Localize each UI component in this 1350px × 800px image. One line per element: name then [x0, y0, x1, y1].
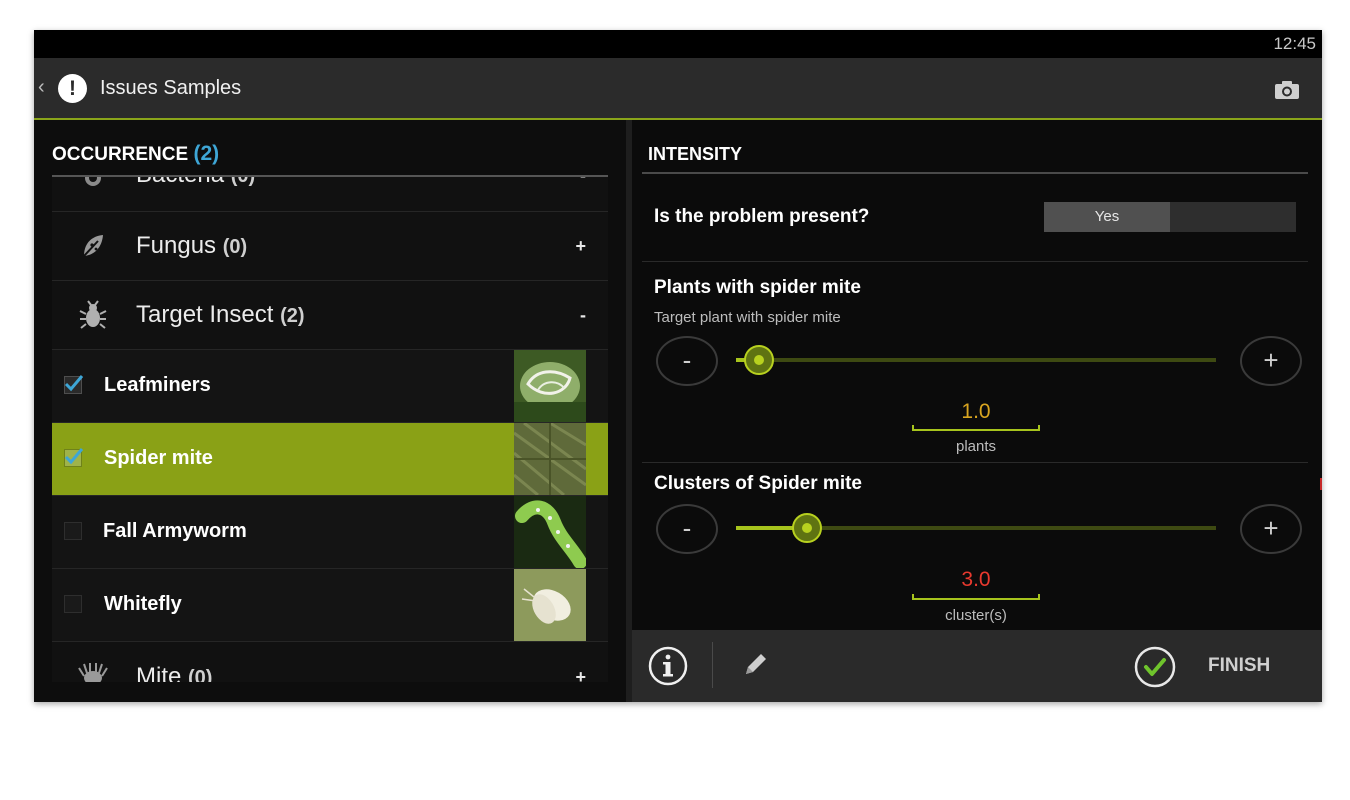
list-item-whitefly[interactable]: Whitefly: [52, 569, 608, 642]
plants-decrement-button[interactable]: -: [656, 336, 718, 386]
clusters-slider-thumb[interactable]: [792, 513, 822, 543]
category-label: Mite (0): [136, 663, 213, 682]
info-icon[interactable]: [648, 646, 688, 691]
device-screen: 12:45 ‹ ! Issues Samples OCCURRENCE (2): [34, 30, 1322, 702]
occurrence-title: OCCURRENCE: [52, 144, 189, 165]
intensity-panel: INTENSITY Is the problem present? Yes Pl…: [632, 120, 1322, 702]
status-bar: 12:45: [34, 30, 1322, 58]
app-title: Issues Samples: [100, 77, 242, 99]
expand-toggle[interactable]: +: [575, 667, 586, 682]
checkmark-icon: [64, 448, 84, 465]
bug-icon: [79, 300, 107, 329]
checkmark-icon: [64, 375, 84, 392]
leafminers-thumbnail: [514, 350, 586, 422]
occurrence-panel: OCCURRENCE (2) Bacteria (0) -: [34, 120, 626, 702]
fall-armyworm-thumbnail: [514, 496, 586, 568]
clusters-section-title: Clusters of Spider mite: [654, 473, 862, 494]
intensity-divider: [642, 172, 1308, 174]
category-row-target-insect[interactable]: Target Insect (2) -: [52, 281, 608, 350]
status-clock: 12:45: [1273, 34, 1316, 53]
plants-slider-thumb[interactable]: [744, 345, 774, 375]
list-item-leafminers[interactable]: Leafminers: [52, 350, 608, 423]
presence-toggle[interactable]: Yes: [1044, 202, 1296, 232]
category-row-mite[interactable]: Mite (0) +: [52, 642, 608, 682]
clusters-value-underline: [912, 594, 1040, 600]
plants-slider-track[interactable]: [736, 358, 1216, 362]
checkbox-spider-mite[interactable]: [64, 448, 84, 467]
back-chevron-icon[interactable]: ‹: [38, 76, 45, 99]
list-item-spider-mite[interactable]: Spider mite: [52, 423, 608, 496]
intensity-header: INTENSITY: [648, 144, 743, 164]
clusters-unit: cluster(s): [945, 607, 1007, 624]
clusters-increment-button[interactable]: +: [1240, 504, 1302, 554]
item-label: Whitefly: [104, 593, 182, 615]
clusters-decrement-button[interactable]: -: [656, 504, 718, 554]
section-divider: [642, 261, 1308, 262]
whitefly-thumbnail: [514, 569, 586, 641]
plants-section-title: Plants with spider mite: [654, 277, 861, 298]
clusters-value[interactable]: 3.0: [914, 568, 1038, 592]
list-item-fall-armyworm[interactable]: Fall Armyworm: [52, 496, 608, 569]
mite-icon: [78, 663, 108, 682]
bottom-bar-divider: [712, 642, 713, 688]
plants-value-underline: [912, 425, 1040, 431]
bacteria-icon: [85, 177, 101, 186]
plants-value[interactable]: 1.0: [914, 400, 1038, 424]
category-row-fungus[interactable]: Fungus (0) +: [52, 212, 608, 281]
checkbox-whitefly[interactable]: [64, 595, 82, 613]
edge-marker: [1320, 478, 1322, 490]
presence-yes-option[interactable]: Yes: [1044, 202, 1170, 232]
item-label: Spider mite: [104, 447, 213, 469]
category-label: Fungus (0): [136, 232, 248, 259]
item-label: Fall Armyworm: [103, 520, 247, 542]
expand-toggle[interactable]: +: [575, 236, 586, 257]
plants-unit: plants: [955, 438, 997, 455]
finish-check-icon[interactable]: [1134, 646, 1176, 693]
plants-section-subtitle: Target plant with spider mite: [654, 309, 841, 326]
occurrence-header: OCCURRENCE (2): [52, 142, 219, 166]
checkbox-leafminers[interactable]: [64, 375, 84, 394]
item-label: Leafminers: [104, 374, 211, 396]
category-label: Target Insect (2): [136, 301, 305, 328]
collapse-toggle[interactable]: -: [580, 305, 586, 326]
finish-button[interactable]: FINISH: [1208, 655, 1270, 677]
section-divider: [642, 462, 1308, 463]
fungus-leaf-icon: [83, 235, 103, 257]
checkbox-fall-armyworm[interactable]: [64, 522, 82, 540]
spider-mite-thumbnail: [514, 423, 586, 495]
occurrence-list[interactable]: Bacteria (0) - Fungus (0) +: [52, 177, 608, 682]
category-row-bacteria[interactable]: Bacteria (0) -: [52, 177, 608, 212]
camera-icon[interactable]: [1274, 80, 1300, 105]
action-bar: ‹ ! Issues Samples: [34, 58, 1322, 120]
occurrence-count: (2): [193, 142, 220, 165]
plants-increment-button[interactable]: +: [1240, 336, 1302, 386]
presence-question: Is the problem present?: [654, 206, 870, 227]
collapse-toggle[interactable]: -: [580, 177, 586, 186]
bottom-action-bar: FINISH: [632, 630, 1322, 702]
alert-app-icon[interactable]: !: [58, 74, 87, 103]
category-label: Bacteria (0): [136, 177, 255, 189]
pencil-icon[interactable]: [742, 650, 770, 683]
